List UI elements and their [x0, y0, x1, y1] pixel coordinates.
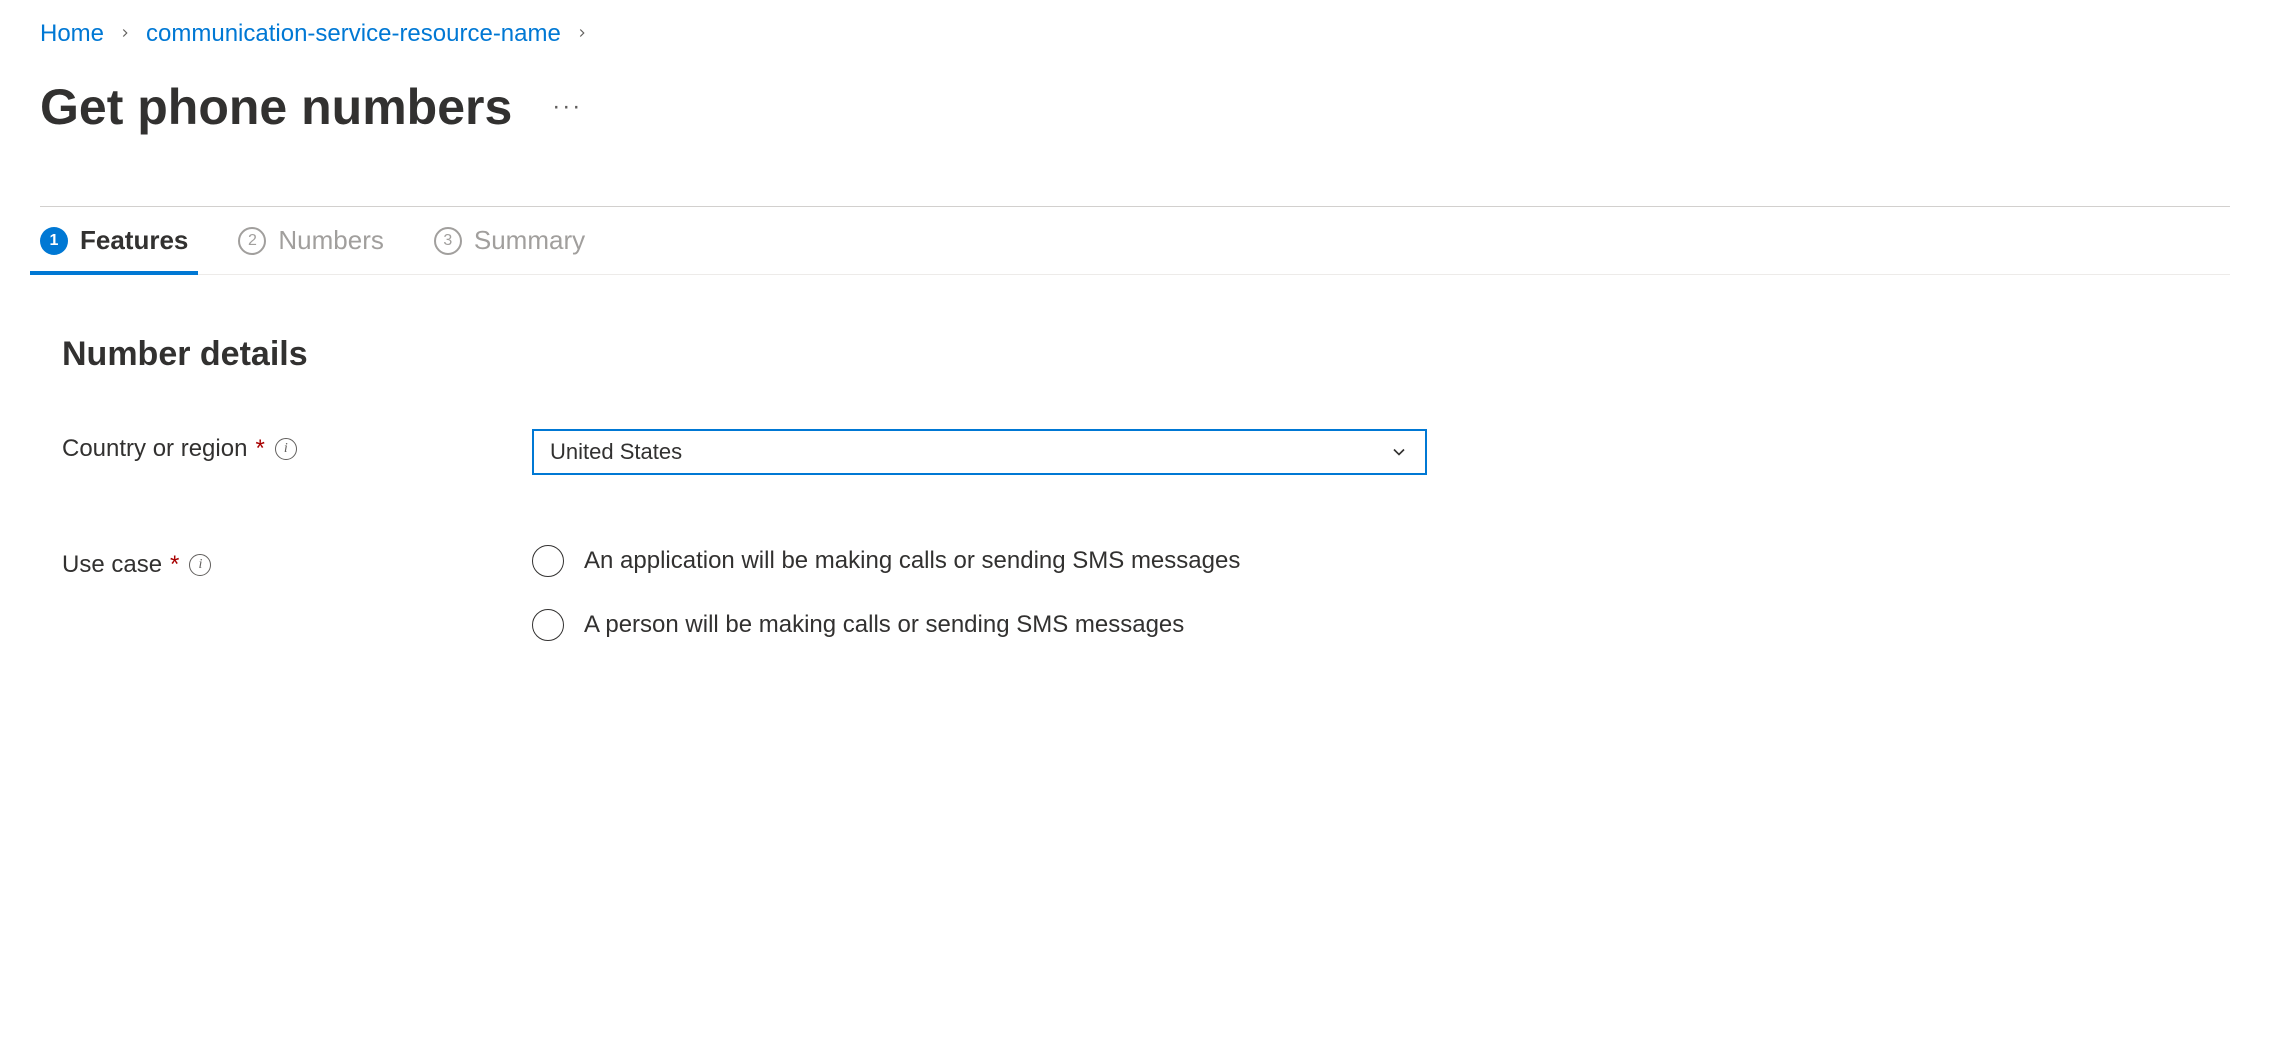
radio-label: An application will be making calls or s… — [584, 547, 1240, 575]
title-row: Get phone numbers ··· — [40, 78, 2230, 136]
step-number: 3 — [434, 227, 462, 255]
radio-option-application[interactable]: An application will be making calls or s… — [532, 545, 1427, 577]
required-indicator: * — [170, 551, 179, 579]
chevron-right-icon — [575, 23, 589, 46]
form-control: An application will be making calls or s… — [532, 545, 1427, 641]
form-label: Country or region * i — [62, 429, 532, 463]
breadcrumb-resource[interactable]: communication-service-resource-name — [146, 20, 561, 48]
info-icon[interactable]: i — [275, 438, 297, 460]
breadcrumb-home[interactable]: Home — [40, 20, 104, 48]
tab-features[interactable]: 1 Features — [40, 225, 188, 274]
select-value: United States — [550, 439, 682, 465]
usecase-radio-group: An application will be making calls or s… — [532, 545, 1427, 641]
section-heading: Number details — [40, 335, 2230, 374]
country-select[interactable]: United States — [532, 429, 1427, 475]
chevron-down-icon — [1389, 442, 1409, 462]
breadcrumb: Home communication-service-resource-name — [40, 20, 2230, 48]
radio-icon — [532, 545, 564, 577]
tab-summary[interactable]: 3 Summary — [434, 225, 585, 274]
tab-label: Features — [80, 225, 188, 256]
page-title: Get phone numbers — [40, 78, 512, 136]
tab-numbers[interactable]: 2 Numbers — [238, 225, 383, 274]
tabs: 1 Features 2 Numbers 3 Summary — [40, 207, 2230, 275]
info-icon[interactable]: i — [189, 554, 211, 576]
usecase-label: Use case — [62, 551, 162, 579]
step-number: 2 — [238, 227, 266, 255]
form-row-country: Country or region * i United States — [40, 429, 2230, 475]
step-number: 1 — [40, 227, 68, 255]
radio-icon — [532, 609, 564, 641]
required-indicator: * — [255, 435, 264, 463]
tab-label: Numbers — [278, 225, 383, 256]
form-control: United States — [532, 429, 1427, 475]
more-icon[interactable]: ··· — [552, 93, 582, 121]
radio-label: A person will be making calls or sending… — [584, 611, 1184, 639]
form-label: Use case * i — [62, 545, 532, 579]
form-row-usecase: Use case * i An application will be maki… — [40, 545, 2230, 641]
country-label: Country or region — [62, 435, 247, 463]
tab-label: Summary — [474, 225, 585, 256]
radio-option-person[interactable]: A person will be making calls or sending… — [532, 609, 1427, 641]
chevron-right-icon — [118, 23, 132, 46]
